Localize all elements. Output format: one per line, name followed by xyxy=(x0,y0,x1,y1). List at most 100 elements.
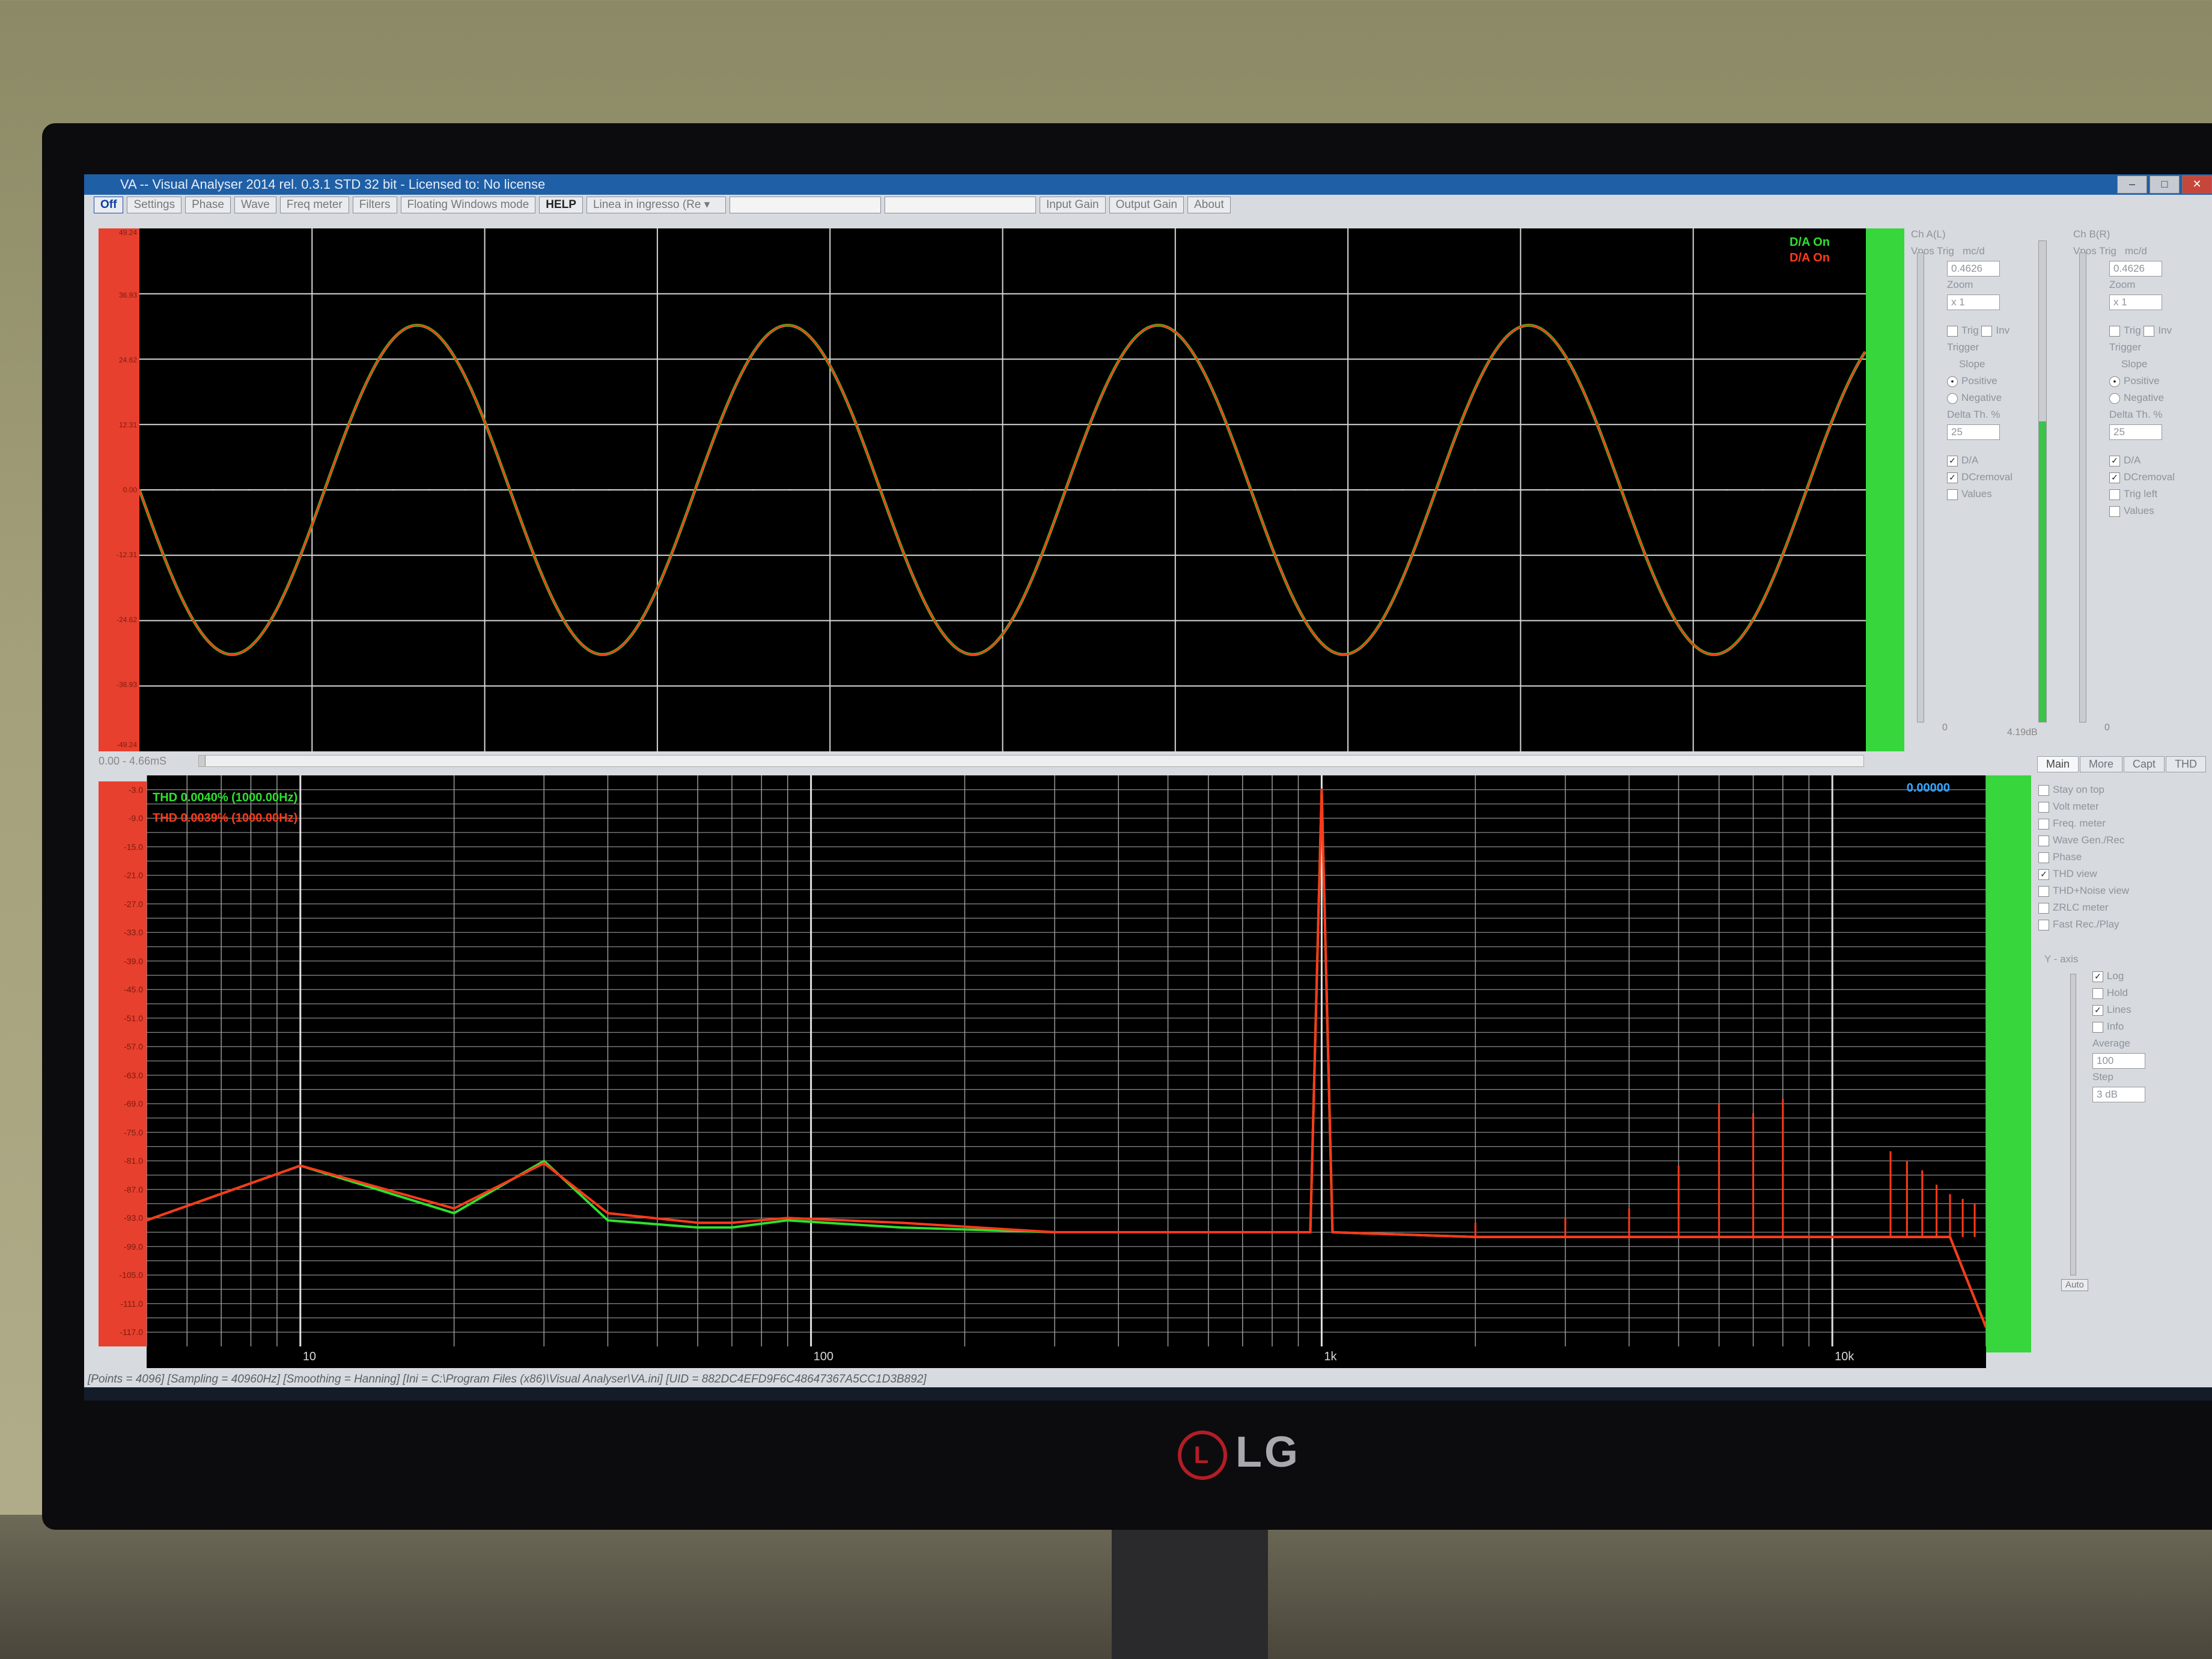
y-axis-slider[interactable] xyxy=(2070,974,2076,1276)
window-title: VA -- Visual Analyser 2014 rel. 0.3.1 ST… xyxy=(120,177,546,192)
spectrum-y-axis: -3.0 -9.0 -15.0 -21.0 -27.0 -33.0 -39.0 -45.0 -5… xyxy=(99,785,145,1346)
scope-y-tick: 36.93 xyxy=(118,291,137,299)
input-slider[interactable] xyxy=(729,197,881,213)
main-option-checkbox[interactable] xyxy=(2038,835,2049,846)
main-option-checkbox[interactable] xyxy=(2038,852,2049,863)
auto-button[interactable]: Auto xyxy=(2061,1279,2088,1291)
main-option-row[interactable]: Fast Rec./Play xyxy=(2038,916,2207,933)
main-option-checkbox[interactable] xyxy=(2038,885,2049,897)
info-text: Info xyxy=(2107,1021,2124,1032)
chb-values-checkbox[interactable] xyxy=(2109,506,2120,517)
cha-trig-checkbox[interactable] xyxy=(1947,325,1958,337)
input-gain-button[interactable]: Input Gain xyxy=(1039,197,1106,213)
scope-y-tick: -12.31 xyxy=(116,551,137,559)
output-slider[interactable] xyxy=(884,197,1036,213)
main-option-row[interactable]: Volt meter xyxy=(2038,798,2207,815)
chb-vpos-slider[interactable] xyxy=(2079,252,2086,723)
wave-button[interactable]: Wave xyxy=(234,197,276,213)
chb-zoom-input[interactable]: x 1 xyxy=(2109,294,2162,310)
phase-button[interactable]: Phase xyxy=(185,197,231,213)
cha-inv-text: Inv xyxy=(1996,325,2010,336)
settings-button[interactable]: Settings xyxy=(127,197,182,213)
chb-trigger-label: Trigger xyxy=(2109,341,2142,353)
monitor-stand xyxy=(1112,1530,1268,1659)
floating-windows-button[interactable]: Floating Windows mode xyxy=(400,197,536,213)
off-button[interactable]: Off xyxy=(94,197,124,213)
info-checkbox[interactable] xyxy=(2092,1021,2103,1033)
lines-checkbox[interactable]: ✓ xyxy=(2092,1004,2103,1016)
chb-negative-radio[interactable] xyxy=(2109,393,2120,404)
chb-trigleft-text: Trig left xyxy=(2124,488,2158,500)
cha-vpos-slider[interactable] xyxy=(1917,252,1924,723)
cha-db-readout: 4.19dB xyxy=(2007,727,2038,738)
main-option-row[interactable]: ZRLC meter xyxy=(2038,899,2207,916)
main-option-row[interactable]: THD+Noise view xyxy=(2038,882,2207,899)
tab-thd[interactable]: THD xyxy=(2166,756,2207,772)
main-option-row[interactable]: Phase xyxy=(2038,849,2207,866)
step-select[interactable]: 3 dB xyxy=(2092,1086,2145,1102)
cha-positive-radio[interactable]: • xyxy=(1947,376,1958,387)
tab-main[interactable]: Main xyxy=(2037,756,2079,772)
main-option-row[interactable]: Freq. meter xyxy=(2038,815,2207,832)
help-button[interactable]: HELP xyxy=(539,197,583,213)
main-option-checkbox[interactable] xyxy=(2038,818,2049,830)
spectrum-y-tick: -81.0 xyxy=(124,1156,143,1166)
y-axis-label: Y - axis xyxy=(2044,953,2079,965)
main-option-checkbox[interactable] xyxy=(2038,919,2049,930)
cha-mcd-input[interactable]: 0.4626 xyxy=(1947,260,2000,276)
spectrum-level-right xyxy=(1986,775,2031,1352)
cha-dcremoval-checkbox[interactable]: ✓ xyxy=(1947,472,1958,483)
log-checkbox[interactable]: ✓ xyxy=(2092,971,2103,982)
chb-values-text: Values xyxy=(2124,505,2154,516)
about-button[interactable]: About xyxy=(1187,197,1231,213)
output-gain-button[interactable]: Output Gain xyxy=(1109,197,1184,213)
cha-negative-radio[interactable] xyxy=(1947,393,1958,404)
chb-trigleft-checkbox[interactable] xyxy=(2109,489,2120,500)
cha-delta-input[interactable]: 25 xyxy=(1947,424,2000,440)
time-scroll-thumb[interactable] xyxy=(199,756,206,766)
main-option-row[interactable]: Stay on top xyxy=(2038,781,2207,798)
main-option-checkbox[interactable] xyxy=(2038,902,2049,914)
freq-meter-button[interactable]: Freq meter xyxy=(279,197,349,213)
tab-capt[interactable]: Capt xyxy=(2124,756,2165,772)
cha-values-checkbox[interactable] xyxy=(1947,489,1958,500)
chb-dcremoval-checkbox[interactable]: ✓ xyxy=(2109,472,2120,483)
tab-more[interactable]: More xyxy=(2080,756,2123,772)
y-axis-group: Y - axis ✓ Log Hold ✓ Lines Info Average 1… xyxy=(2038,951,2207,1102)
chb-trig-checkbox[interactable] xyxy=(2109,325,2120,337)
time-scrollbar[interactable] xyxy=(198,755,1864,767)
spectrum-x-tick: 100 xyxy=(813,1350,833,1363)
chb-inv-checkbox[interactable] xyxy=(2143,325,2155,337)
main-option-checkbox[interactable] xyxy=(2038,801,2049,813)
spectrum-plot[interactable]: THD 0.0040% (1000.00Hz) THD 0.0039% (100… xyxy=(147,775,1986,1346)
chb-mcd-input[interactable]: 0.4626 xyxy=(2109,260,2162,276)
main-option-row[interactable]: ✓ THD view xyxy=(2038,866,2207,882)
cha-level-meter xyxy=(2038,240,2047,723)
cha-zero: 0 xyxy=(1942,723,1948,733)
filters-button[interactable]: Filters xyxy=(352,197,397,213)
chb-positive-radio[interactable]: • xyxy=(2109,376,2120,387)
hold-checkbox[interactable] xyxy=(2092,988,2103,999)
step-label: Step xyxy=(2092,1071,2113,1083)
close-button[interactable]: ✕ xyxy=(2182,176,2212,194)
cha-zoom-input[interactable]: x 1 xyxy=(1947,294,2000,310)
cha-inv-checkbox[interactable] xyxy=(1981,325,1993,337)
main-option-row[interactable]: Wave Gen./Rec xyxy=(2038,832,2207,849)
cha-da-checkbox[interactable]: ✓ xyxy=(1947,455,1958,466)
chb-dcremoval-text: DCremoval xyxy=(2124,471,2175,483)
maximize-button[interactable]: □ xyxy=(2150,176,2180,194)
cha-trig-label: Trig xyxy=(1937,245,1954,257)
minimize-button[interactable]: – xyxy=(2117,176,2147,194)
spectrum-y-tick: -99.0 xyxy=(124,1241,143,1251)
log-text: Log xyxy=(2107,970,2124,982)
input-select[interactable]: Linea in ingresso (Re ▾ xyxy=(586,197,726,213)
lines-text: Lines xyxy=(2107,1004,2131,1015)
main-option-checkbox[interactable]: ✓ xyxy=(2038,869,2049,880)
scope-level-right xyxy=(1866,228,1904,751)
spectrum-y-tick: -27.0 xyxy=(124,899,143,909)
oscilloscope-plot[interactable]: D/A On D/A On xyxy=(139,228,1866,751)
average-select[interactable]: 100 xyxy=(2092,1053,2145,1069)
main-option-checkbox[interactable] xyxy=(2038,784,2049,796)
chb-da-checkbox[interactable]: ✓ xyxy=(2109,455,2120,466)
chb-delta-input[interactable]: 25 xyxy=(2109,424,2162,440)
